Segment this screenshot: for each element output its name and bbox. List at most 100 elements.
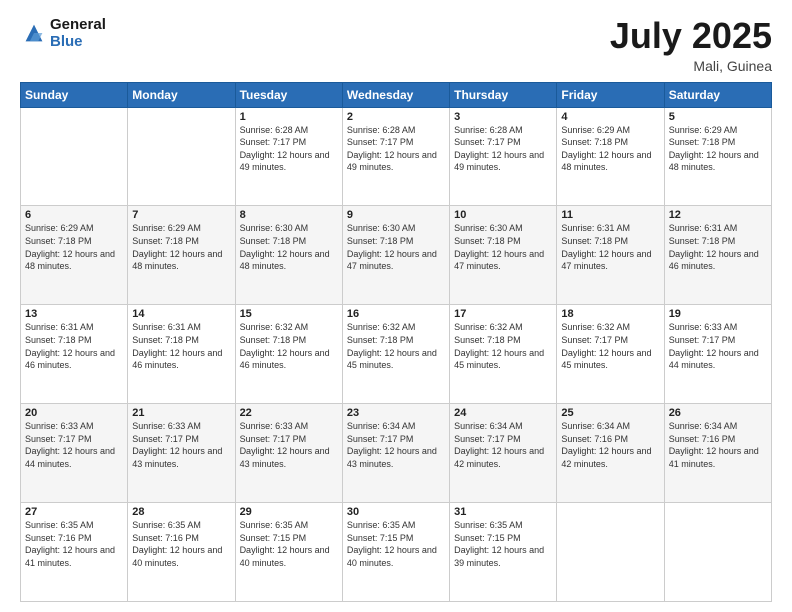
calendar-cell: 8Sunrise: 6:30 AM Sunset: 7:18 PM Daylig…	[235, 206, 342, 305]
calendar-table: SundayMondayTuesdayWednesdayThursdayFrid…	[20, 82, 772, 602]
calendar-cell: 15Sunrise: 6:32 AM Sunset: 7:18 PM Dayli…	[235, 305, 342, 404]
title-area: July 2025 Mali, Guinea	[610, 16, 772, 74]
day-info: Sunrise: 6:33 AM Sunset: 7:17 PM Dayligh…	[132, 420, 230, 470]
day-number: 7	[132, 209, 230, 221]
day-number: 27	[25, 506, 123, 518]
calendar-cell: 2Sunrise: 6:28 AM Sunset: 7:17 PM Daylig…	[342, 107, 449, 206]
day-info: Sunrise: 6:35 AM Sunset: 7:16 PM Dayligh…	[25, 519, 123, 569]
day-info: Sunrise: 6:30 AM Sunset: 7:18 PM Dayligh…	[454, 222, 552, 272]
calendar-header-row: SundayMondayTuesdayWednesdayThursdayFrid…	[21, 82, 772, 107]
day-info: Sunrise: 6:31 AM Sunset: 7:18 PM Dayligh…	[561, 222, 659, 272]
calendar-cell: 10Sunrise: 6:30 AM Sunset: 7:18 PM Dayli…	[450, 206, 557, 305]
day-number: 21	[132, 407, 230, 419]
day-info: Sunrise: 6:33 AM Sunset: 7:17 PM Dayligh…	[669, 321, 767, 371]
calendar-cell: 31Sunrise: 6:35 AM Sunset: 7:15 PM Dayli…	[450, 503, 557, 602]
calendar-cell: 9Sunrise: 6:30 AM Sunset: 7:18 PM Daylig…	[342, 206, 449, 305]
calendar-cell: 29Sunrise: 6:35 AM Sunset: 7:15 PM Dayli…	[235, 503, 342, 602]
calendar-week-row: 27Sunrise: 6:35 AM Sunset: 7:16 PM Dayli…	[21, 503, 772, 602]
calendar-cell: 19Sunrise: 6:33 AM Sunset: 7:17 PM Dayli…	[664, 305, 771, 404]
calendar-cell	[21, 107, 128, 206]
day-info: Sunrise: 6:35 AM Sunset: 7:15 PM Dayligh…	[240, 519, 338, 569]
day-info: Sunrise: 6:35 AM Sunset: 7:15 PM Dayligh…	[454, 519, 552, 569]
calendar-day-header: Friday	[557, 82, 664, 107]
day-info: Sunrise: 6:31 AM Sunset: 7:18 PM Dayligh…	[25, 321, 123, 371]
day-info: Sunrise: 6:30 AM Sunset: 7:18 PM Dayligh…	[240, 222, 338, 272]
calendar-day-header: Saturday	[664, 82, 771, 107]
logo: General Blue	[20, 16, 106, 51]
day-info: Sunrise: 6:34 AM Sunset: 7:16 PM Dayligh…	[669, 420, 767, 470]
day-number: 9	[347, 209, 445, 221]
logo-text: General Blue	[50, 16, 106, 51]
day-info: Sunrise: 6:34 AM Sunset: 7:17 PM Dayligh…	[454, 420, 552, 470]
calendar-week-row: 13Sunrise: 6:31 AM Sunset: 7:18 PM Dayli…	[21, 305, 772, 404]
calendar-cell: 12Sunrise: 6:31 AM Sunset: 7:18 PM Dayli…	[664, 206, 771, 305]
day-number: 11	[561, 209, 659, 221]
calendar-cell: 3Sunrise: 6:28 AM Sunset: 7:17 PM Daylig…	[450, 107, 557, 206]
day-number: 1	[240, 111, 338, 123]
day-number: 26	[669, 407, 767, 419]
calendar-day-header: Thursday	[450, 82, 557, 107]
calendar-day-header: Sunday	[21, 82, 128, 107]
location-subtitle: Mali, Guinea	[610, 58, 772, 74]
calendar-cell: 25Sunrise: 6:34 AM Sunset: 7:16 PM Dayli…	[557, 404, 664, 503]
day-info: Sunrise: 6:35 AM Sunset: 7:16 PM Dayligh…	[132, 519, 230, 569]
page: General Blue July 2025 Mali, Guinea Sund…	[0, 0, 792, 612]
day-info: Sunrise: 6:28 AM Sunset: 7:17 PM Dayligh…	[240, 124, 338, 174]
month-title: July 2025	[610, 16, 772, 56]
day-number: 5	[669, 111, 767, 123]
day-number: 3	[454, 111, 552, 123]
day-number: 20	[25, 407, 123, 419]
day-info: Sunrise: 6:31 AM Sunset: 7:18 PM Dayligh…	[132, 321, 230, 371]
calendar-cell: 13Sunrise: 6:31 AM Sunset: 7:18 PM Dayli…	[21, 305, 128, 404]
header: General Blue July 2025 Mali, Guinea	[20, 16, 772, 74]
day-info: Sunrise: 6:35 AM Sunset: 7:15 PM Dayligh…	[347, 519, 445, 569]
logo-icon	[20, 19, 48, 47]
day-info: Sunrise: 6:29 AM Sunset: 7:18 PM Dayligh…	[25, 222, 123, 272]
day-number: 18	[561, 308, 659, 320]
calendar-cell: 4Sunrise: 6:29 AM Sunset: 7:18 PM Daylig…	[557, 107, 664, 206]
day-number: 25	[561, 407, 659, 419]
calendar-cell: 24Sunrise: 6:34 AM Sunset: 7:17 PM Dayli…	[450, 404, 557, 503]
calendar-day-header: Tuesday	[235, 82, 342, 107]
day-number: 29	[240, 506, 338, 518]
calendar-week-row: 1Sunrise: 6:28 AM Sunset: 7:17 PM Daylig…	[21, 107, 772, 206]
day-info: Sunrise: 6:32 AM Sunset: 7:18 PM Dayligh…	[347, 321, 445, 371]
day-info: Sunrise: 6:34 AM Sunset: 7:17 PM Dayligh…	[347, 420, 445, 470]
calendar-cell	[128, 107, 235, 206]
day-number: 6	[25, 209, 123, 221]
calendar-cell: 22Sunrise: 6:33 AM Sunset: 7:17 PM Dayli…	[235, 404, 342, 503]
calendar-cell: 30Sunrise: 6:35 AM Sunset: 7:15 PM Dayli…	[342, 503, 449, 602]
calendar-cell: 16Sunrise: 6:32 AM Sunset: 7:18 PM Dayli…	[342, 305, 449, 404]
day-info: Sunrise: 6:33 AM Sunset: 7:17 PM Dayligh…	[25, 420, 123, 470]
calendar-day-header: Wednesday	[342, 82, 449, 107]
day-info: Sunrise: 6:32 AM Sunset: 7:18 PM Dayligh…	[454, 321, 552, 371]
calendar-cell: 1Sunrise: 6:28 AM Sunset: 7:17 PM Daylig…	[235, 107, 342, 206]
day-info: Sunrise: 6:30 AM Sunset: 7:18 PM Dayligh…	[347, 222, 445, 272]
calendar-cell: 18Sunrise: 6:32 AM Sunset: 7:17 PM Dayli…	[557, 305, 664, 404]
calendar-cell: 23Sunrise: 6:34 AM Sunset: 7:17 PM Dayli…	[342, 404, 449, 503]
day-number: 17	[454, 308, 552, 320]
calendar-cell: 14Sunrise: 6:31 AM Sunset: 7:18 PM Dayli…	[128, 305, 235, 404]
day-number: 19	[669, 308, 767, 320]
day-info: Sunrise: 6:34 AM Sunset: 7:16 PM Dayligh…	[561, 420, 659, 470]
calendar-cell	[664, 503, 771, 602]
calendar-cell: 21Sunrise: 6:33 AM Sunset: 7:17 PM Dayli…	[128, 404, 235, 503]
day-number: 31	[454, 506, 552, 518]
calendar-cell	[557, 503, 664, 602]
calendar-cell: 11Sunrise: 6:31 AM Sunset: 7:18 PM Dayli…	[557, 206, 664, 305]
day-number: 23	[347, 407, 445, 419]
day-number: 2	[347, 111, 445, 123]
calendar-cell: 17Sunrise: 6:32 AM Sunset: 7:18 PM Dayli…	[450, 305, 557, 404]
day-number: 13	[25, 308, 123, 320]
day-number: 14	[132, 308, 230, 320]
calendar-cell: 28Sunrise: 6:35 AM Sunset: 7:16 PM Dayli…	[128, 503, 235, 602]
calendar-cell: 6Sunrise: 6:29 AM Sunset: 7:18 PM Daylig…	[21, 206, 128, 305]
day-info: Sunrise: 6:29 AM Sunset: 7:18 PM Dayligh…	[132, 222, 230, 272]
day-info: Sunrise: 6:31 AM Sunset: 7:18 PM Dayligh…	[669, 222, 767, 272]
day-number: 30	[347, 506, 445, 518]
calendar-week-row: 6Sunrise: 6:29 AM Sunset: 7:18 PM Daylig…	[21, 206, 772, 305]
calendar-cell: 7Sunrise: 6:29 AM Sunset: 7:18 PM Daylig…	[128, 206, 235, 305]
calendar-cell: 20Sunrise: 6:33 AM Sunset: 7:17 PM Dayli…	[21, 404, 128, 503]
day-info: Sunrise: 6:33 AM Sunset: 7:17 PM Dayligh…	[240, 420, 338, 470]
calendar-week-row: 20Sunrise: 6:33 AM Sunset: 7:17 PM Dayli…	[21, 404, 772, 503]
